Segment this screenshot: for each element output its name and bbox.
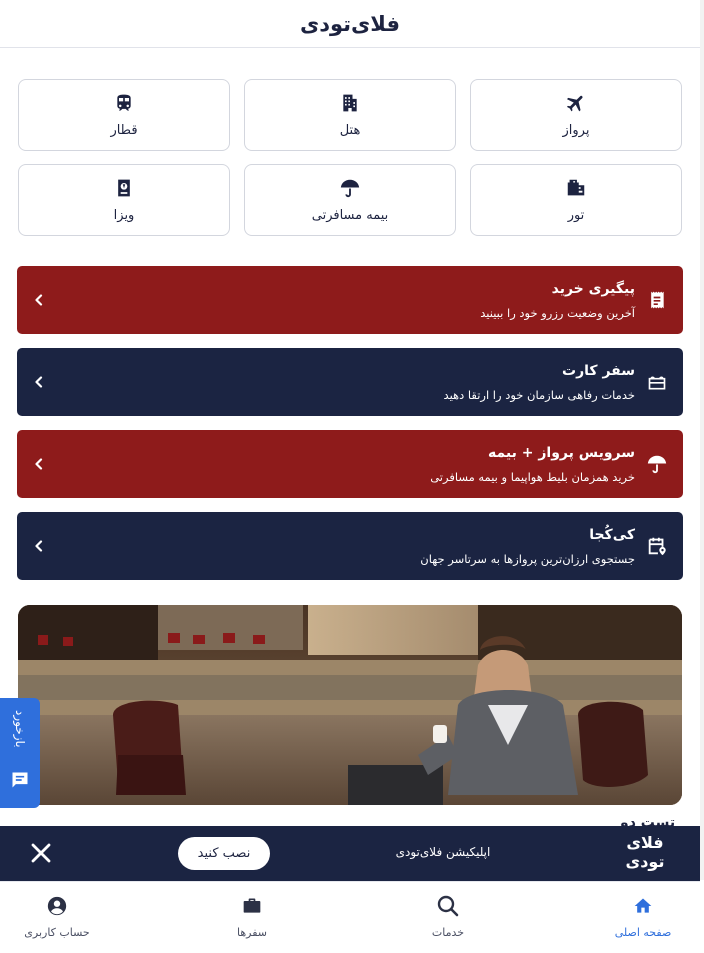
chevron-left-icon [31, 374, 47, 390]
banner-subtitle: جستجوی ارزان‌ترین پروازها به سرتاسر جهان [420, 551, 635, 566]
app-banner-text: اپلیکیشن فلای‌تودی [395, 845, 491, 859]
brand-logo[interactable]: فلای‌تودی [300, 12, 400, 36]
service-label: پرواز [562, 123, 590, 138]
app-header: فلای‌تودی [0, 0, 700, 48]
nav-label: سفرها [236, 926, 267, 939]
nav-account[interactable]: حساب کاربری [7, 894, 107, 939]
hero-image-businessman-lounge[interactable] [18, 605, 682, 805]
banner-subtitle: آخرین وضعیت رزرو خود را ببینید [480, 305, 635, 320]
banner-title: سفر کارت [562, 362, 635, 379]
service-label: قطار [110, 123, 138, 138]
home-icon [631, 894, 655, 918]
app-logo: فلای تودی [610, 833, 680, 871]
search-icon [436, 894, 460, 918]
umbrella-icon [645, 452, 669, 476]
nav-trips[interactable]: سفرها [202, 894, 302, 939]
install-app-button[interactable]: نصب کنید [178, 837, 270, 870]
banner-safar-card[interactable]: سفر کارت خدمات رفاهی سازمان خود را ارتقا… [17, 348, 683, 416]
feedback-chat-icon [10, 770, 30, 794]
service-flight[interactable]: پرواز [470, 79, 682, 151]
banner-subtitle: خرید همزمان بلیط هواپیما و بیمه مسافرتی [430, 469, 635, 484]
service-label: هتل [339, 123, 361, 138]
gift-card-icon [645, 370, 669, 394]
page-scrollbar[interactable] [700, 0, 704, 880]
service-travel-insurance[interactable]: بیمه مسافرتی [244, 164, 456, 236]
app-logo-line: فلای [626, 833, 664, 852]
feedback-label: بازخورد [13, 710, 27, 748]
app-install-bar: نصب کنید اپلیکیشن فلای‌تودی فلای تودی [0, 826, 700, 881]
nav-services[interactable]: خدمات [398, 894, 498, 939]
banner-kikoja[interactable]: کی‌کُجا جستجوی ارزان‌ترین پروازها به سرت… [17, 512, 683, 580]
chevron-left-icon [31, 292, 47, 308]
banner-title: پیگیری خرید [551, 280, 635, 297]
banner-title: کی‌کُجا [589, 526, 635, 543]
service-hotel[interactable]: هتل [244, 79, 456, 151]
chevron-left-icon [31, 538, 47, 554]
bottom-navigation: صفحه اصلی خدمات سفرها حساب کاربری [0, 881, 700, 953]
nav-label: حساب کاربری [24, 926, 90, 939]
briefcase-icon [240, 894, 264, 918]
banner-order-tracking[interactable]: پیگیری خرید آخرین وضعیت رزرو خود را ببین… [17, 266, 683, 334]
receipt-icon [645, 288, 669, 312]
banner-flight-insurance[interactable]: سرویس پرواز + بیمه خرید همزمان بلیط هواپ… [17, 430, 683, 498]
umbrella-icon [339, 177, 361, 199]
nav-home[interactable]: صفحه اصلی [593, 894, 693, 939]
banner-subtitle: خدمات رفاهی سازمان خود را ارتقا دهید [443, 387, 635, 402]
calendar-pin-icon [645, 534, 669, 558]
feedback-tab[interactable]: بازخورد [0, 698, 40, 808]
airplane-icon [565, 92, 587, 114]
user-circle-icon [45, 894, 69, 918]
nav-label: صفحه اصلی [614, 926, 672, 939]
hotel-building-icon [339, 92, 361, 114]
nav-label: خدمات [431, 926, 465, 939]
chevron-left-icon [31, 456, 47, 472]
service-label: ویزا [113, 208, 135, 223]
app-logo-line: تودی [625, 852, 665, 871]
service-label: تور [567, 208, 585, 223]
service-visa[interactable]: ویزا [18, 164, 230, 236]
passport-icon [113, 177, 135, 199]
close-icon[interactable] [28, 840, 54, 866]
service-tour[interactable]: تور [470, 164, 682, 236]
service-label: بیمه مسافرتی [311, 208, 389, 223]
luggage-icon [565, 177, 587, 199]
services-grid: پرواز هتل قطار تور بیمه مسافرتی ویزا [18, 79, 682, 236]
service-train[interactable]: قطار [18, 79, 230, 151]
train-icon [113, 92, 135, 114]
banner-title: سرویس پرواز + بیمه [488, 444, 635, 461]
